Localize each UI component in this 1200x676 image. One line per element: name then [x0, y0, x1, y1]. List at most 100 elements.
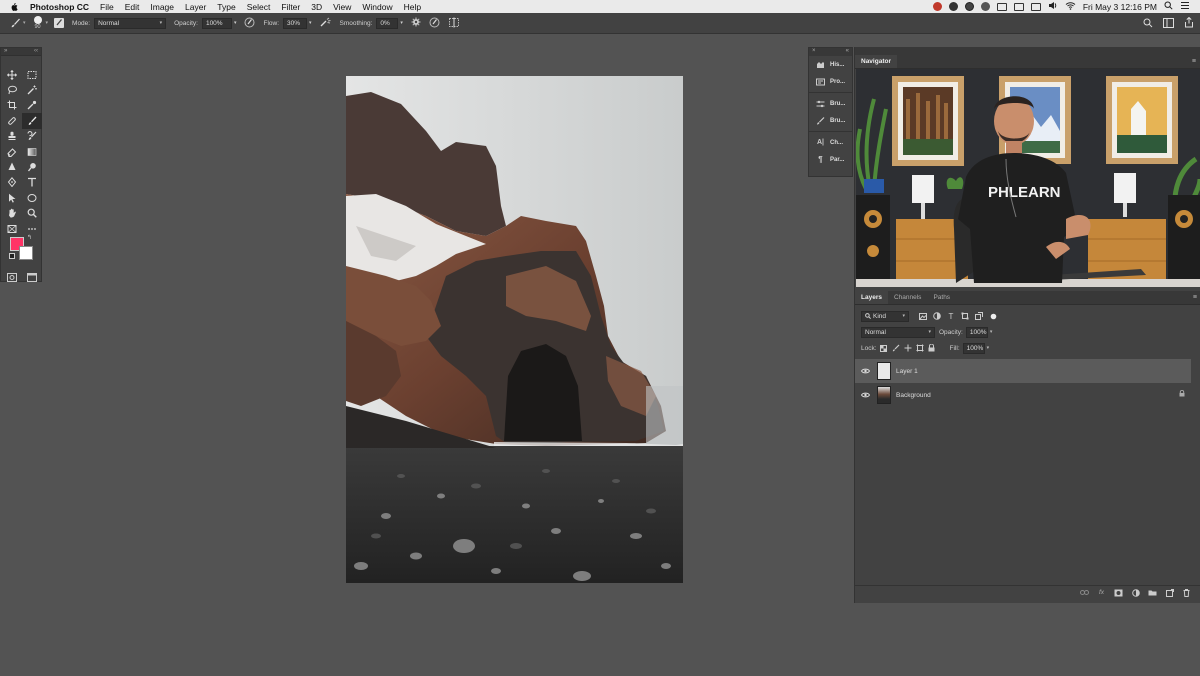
navigator-preview[interactable]: PHLEARN: [856, 69, 1200, 287]
chevron-down-icon[interactable]: ▾: [990, 329, 993, 335]
chevron-down-icon[interactable]: ▾: [309, 20, 312, 26]
properties-panel-button[interactable]: Pro...: [809, 73, 852, 90]
menu-help[interactable]: Help: [404, 2, 421, 12]
healing-brush-tool[interactable]: [2, 113, 22, 128]
sync-icon[interactable]: [980, 2, 990, 11]
opacity-field[interactable]: 100%: [201, 17, 232, 29]
brush-picker[interactable]: 90: [33, 13, 42, 33]
history-panel-button[interactable]: His...: [809, 56, 852, 73]
menu-file[interactable]: File: [100, 2, 114, 12]
hand-tool[interactable]: [2, 206, 22, 221]
display-icon[interactable]: [1013, 2, 1024, 11]
search-icon[interactable]: [1143, 18, 1153, 30]
spotlight-icon[interactable]: [1164, 1, 1173, 12]
visibility-eye-icon[interactable]: [857, 392, 873, 398]
dock-header[interactable]: × «: [809, 48, 852, 56]
menu-select[interactable]: Select: [247, 2, 271, 12]
adjustment-layer-icon[interactable]: [1131, 588, 1140, 597]
panel-menu-icon[interactable]: ≡: [1193, 294, 1197, 301]
move-tool[interactable]: [2, 67, 22, 82]
tools-panel-header[interactable]: » ‹‹: [1, 48, 41, 56]
history-brush-tool[interactable]: [22, 129, 42, 144]
background-color-swatch[interactable]: [19, 246, 33, 260]
wifi-icon[interactable]: [1065, 1, 1076, 12]
menu-image[interactable]: Image: [150, 2, 174, 12]
document-canvas[interactable]: [346, 76, 683, 583]
gradient-tool[interactable]: [22, 144, 42, 159]
menu-3d[interactable]: 3D: [311, 2, 322, 12]
lock-pixels-icon[interactable]: [892, 344, 900, 352]
tab-paths[interactable]: Paths: [927, 291, 956, 304]
type-tool[interactable]: [22, 175, 42, 190]
close-icon[interactable]: ×: [812, 48, 816, 56]
menu-layer[interactable]: Layer: [185, 2, 206, 12]
frame-tool[interactable]: [2, 221, 22, 236]
lock-transparent-icon[interactable]: [880, 344, 888, 352]
layer-opacity-field[interactable]: 100%: [965, 326, 988, 338]
lock-all-icon[interactable]: [928, 344, 936, 352]
control-list-icon[interactable]: [1180, 1, 1190, 12]
chevron-down-icon[interactable]: ▾: [234, 20, 237, 26]
dodge-tool[interactable]: [22, 159, 42, 174]
link-layers-icon[interactable]: [1080, 588, 1089, 597]
app-menu[interactable]: Photoshop CC: [30, 2, 89, 12]
add-mask-icon[interactable]: [1114, 588, 1123, 597]
creative-cloud-icon[interactable]: [964, 2, 974, 11]
lock-artboard-icon[interactable]: [915, 344, 924, 352]
share-icon[interactable]: [1184, 16, 1194, 30]
layer-row-background[interactable]: Background: [855, 383, 1191, 407]
brush-settings-icon[interactable]: [54, 18, 65, 28]
swap-colors-icon[interactable]: ↰: [27, 234, 32, 241]
lasso-tool[interactable]: [2, 82, 22, 97]
expand-icon[interactable]: «: [846, 48, 849, 56]
clone-stamp-tool[interactable]: [2, 129, 22, 144]
panel-menu-icon[interactable]: ≡: [1192, 58, 1196, 65]
screen-icon[interactable]: [996, 2, 1007, 11]
chevron-down-icon[interactable]: ▾: [46, 20, 49, 26]
default-colors-icon[interactable]: [9, 253, 15, 259]
blur-tool[interactable]: [2, 159, 22, 174]
new-layer-icon[interactable]: [1165, 588, 1174, 597]
cloud-icon[interactable]: [948, 2, 958, 11]
crop-tool[interactable]: [2, 98, 22, 113]
fill-field[interactable]: 100%: [962, 342, 985, 354]
path-selection-tool[interactable]: [2, 190, 22, 205]
airbrush-icon[interactable]: [320, 17, 332, 30]
filter-shape-icon[interactable]: [961, 312, 969, 320]
workspace-icon[interactable]: [1163, 17, 1174, 30]
panel-grip[interactable]: [855, 47, 1200, 55]
panel-grip-icon[interactable]: ‹‹: [34, 48, 38, 55]
layer-style-icon[interactable]: fx: [1097, 588, 1106, 597]
visibility-eye-icon[interactable]: [857, 368, 873, 374]
mode-dropdown[interactable]: Normal ▾: [94, 17, 167, 29]
magic-wand-tool[interactable]: [22, 82, 42, 97]
filter-type-icon[interactable]: T: [947, 312, 955, 321]
smoothing-field[interactable]: 0%: [376, 17, 399, 29]
tab-channels[interactable]: Channels: [888, 291, 927, 304]
menu-filter[interactable]: Filter: [281, 2, 300, 12]
record-icon[interactable]: [932, 2, 942, 11]
layer-filter-dropdown[interactable]: Kind ▾: [861, 310, 909, 322]
screen-mode-icon[interactable]: [27, 269, 37, 287]
chevron-down-icon[interactable]: ▾: [400, 20, 403, 26]
marquee-tool[interactable]: [22, 67, 42, 82]
tool-preset-picker[interactable]: ▾: [10, 18, 26, 29]
filter-pixel-icon[interactable]: [919, 312, 927, 320]
tab-navigator[interactable]: Navigator: [855, 55, 897, 68]
filter-adjustment-icon[interactable]: [933, 312, 941, 320]
airplay-icon[interactable]: [1030, 2, 1041, 11]
new-group-icon[interactable]: [1148, 588, 1157, 597]
menu-window[interactable]: Window: [362, 2, 392, 12]
quick-mask-icon[interactable]: [7, 269, 17, 287]
filter-smart-object-icon[interactable]: [975, 312, 983, 320]
filter-toggle-icon[interactable]: [989, 312, 997, 320]
symmetry-icon[interactable]: [448, 17, 460, 30]
zoom-tool[interactable]: [22, 206, 42, 221]
tab-layers[interactable]: Layers: [855, 291, 888, 304]
brush-settings-panel-button[interactable]: Bru...: [809, 95, 852, 112]
apple-icon[interactable]: [10, 1, 22, 13]
character-panel-button[interactable]: A| Ch...: [809, 134, 852, 151]
blend-mode-dropdown[interactable]: Normal ▾: [861, 326, 935, 338]
smoothing-options-gear-icon[interactable]: [411, 17, 421, 29]
menu-edit[interactable]: Edit: [125, 2, 140, 12]
